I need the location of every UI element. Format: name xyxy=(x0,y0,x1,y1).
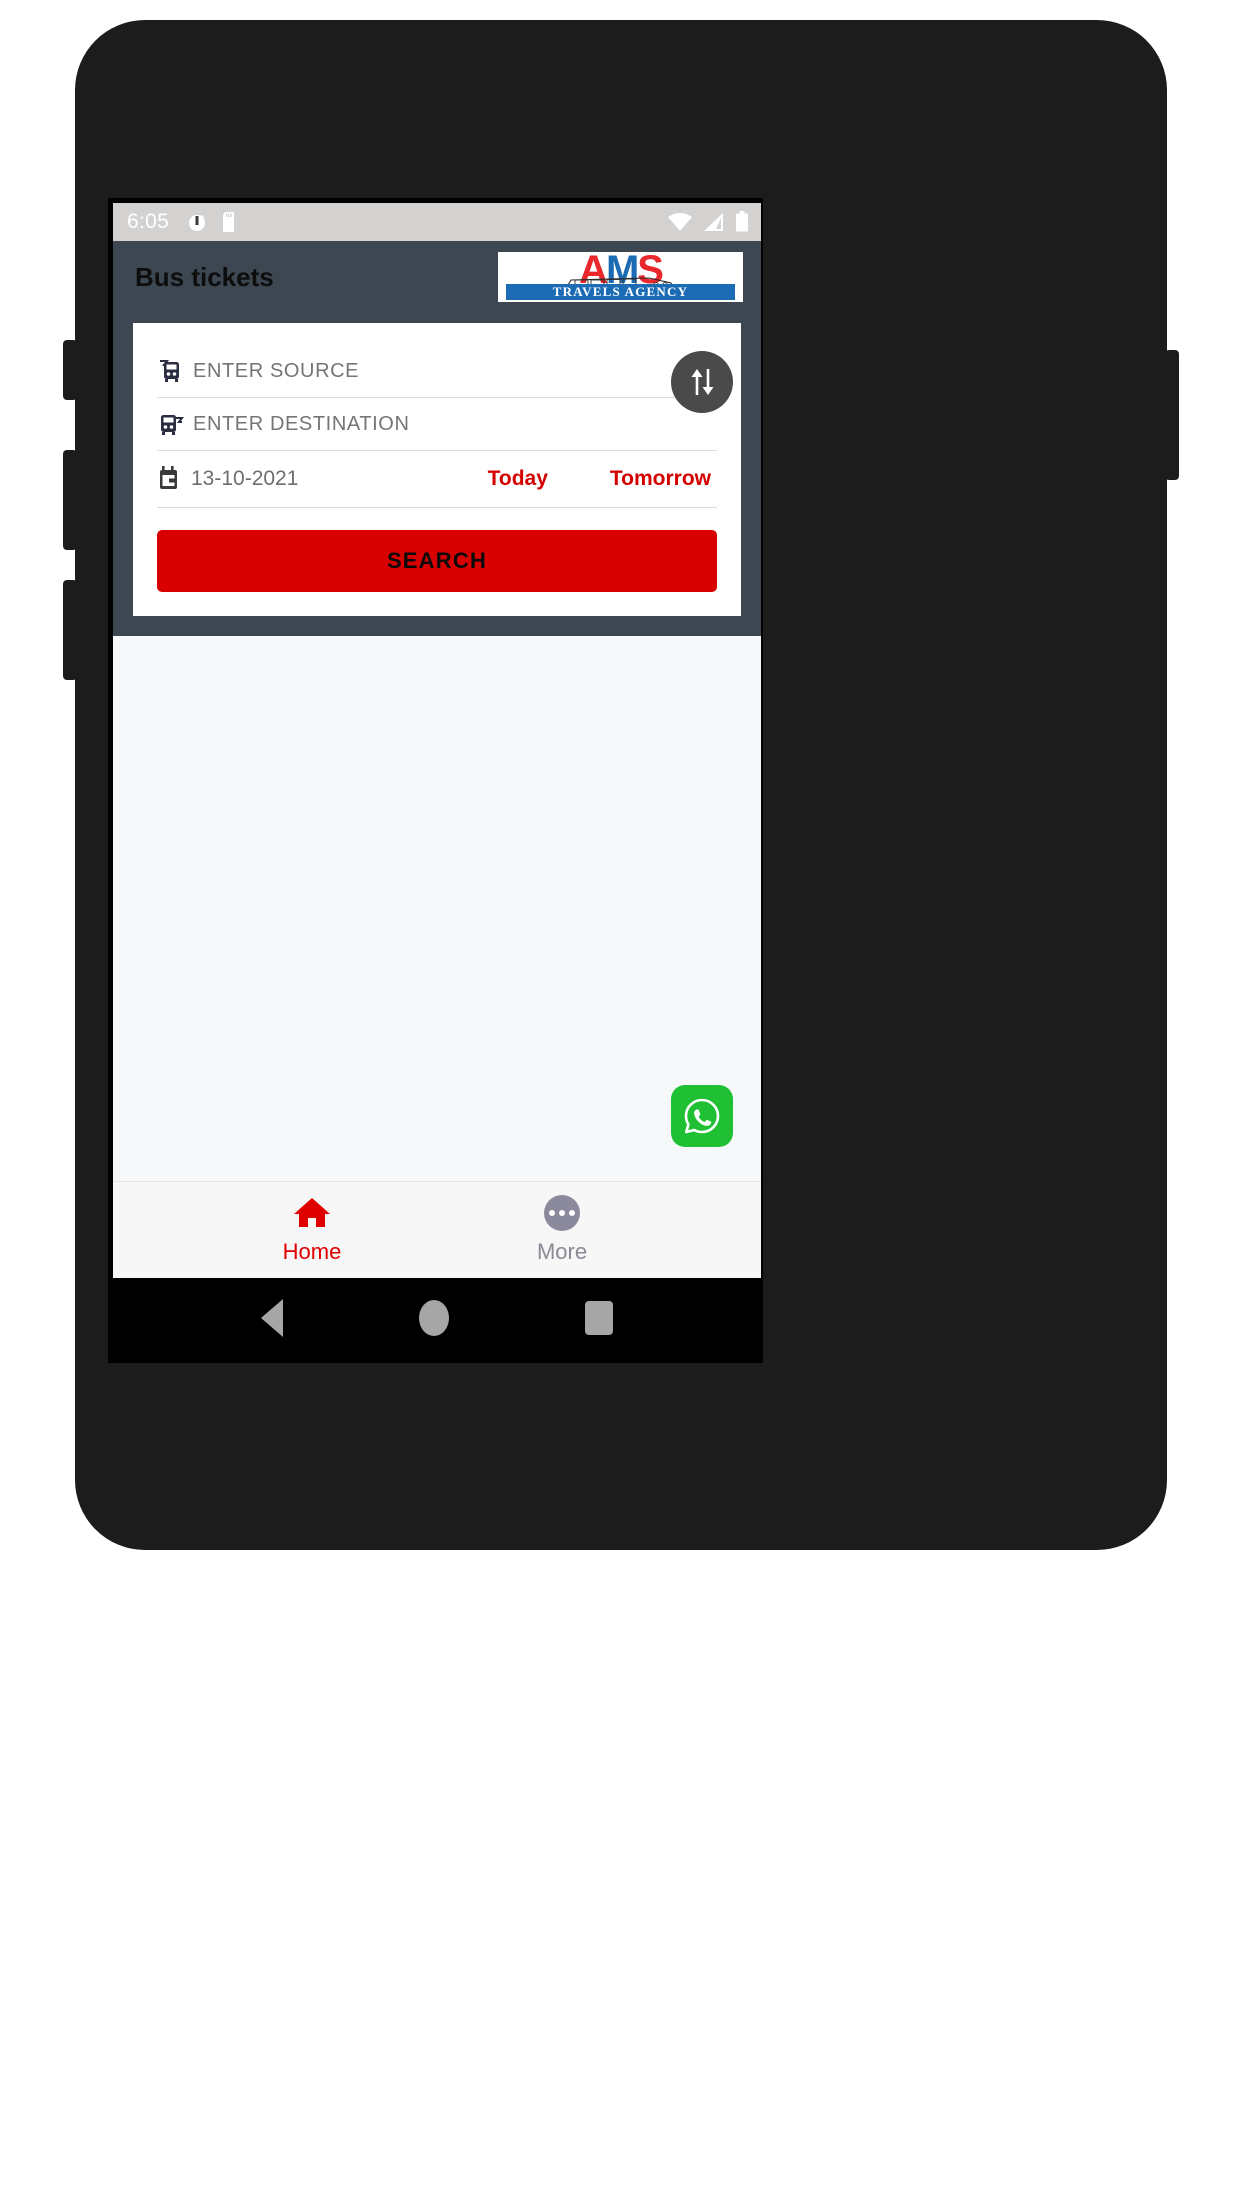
whatsapp-icon xyxy=(684,1098,720,1134)
quick-date-today[interactable]: Today xyxy=(488,467,548,491)
nav-item-more[interactable]: More xyxy=(507,1195,617,1265)
logo-tagline: TRAVELS AGENCY xyxy=(506,284,735,300)
phone-screen: 6:05 Bus tickets AMS TRAVELS AGENCY ENTE… xyxy=(108,198,763,1363)
search-button[interactable]: SEARCH xyxy=(157,530,717,592)
back-icon[interactable] xyxy=(261,1299,283,1337)
sd-card-icon xyxy=(223,212,235,232)
destination-field-row[interactable] xyxy=(157,398,717,451)
bus-arrive-icon xyxy=(157,357,191,385)
page-title: Bus tickets xyxy=(135,261,274,292)
status-bar-left-icons xyxy=(187,211,238,233)
bottom-navigation: Home More xyxy=(113,1181,761,1278)
phone-volume-up-button[interactable] xyxy=(63,450,77,550)
signal-icon xyxy=(704,213,723,231)
status-bar-clock: 6:05 xyxy=(127,210,170,233)
phone-power-button[interactable] xyxy=(1165,350,1179,480)
source-input[interactable] xyxy=(191,358,615,384)
nav-label-home: Home xyxy=(282,1239,342,1264)
status-bar-right-icons xyxy=(667,211,749,233)
recents-square-icon[interactable] xyxy=(585,1301,613,1335)
bus-depart-icon xyxy=(157,410,191,438)
more-dots-icon xyxy=(544,1195,580,1231)
alarm-icon xyxy=(189,215,206,231)
phone-volume-down-button[interactable] xyxy=(63,580,77,680)
battery-icon xyxy=(736,211,748,232)
search-area: 13-10-2021 Today Tomorrow SEARCH xyxy=(113,313,761,636)
calendar-icon[interactable] xyxy=(157,465,191,493)
home-icon xyxy=(294,1198,330,1227)
whatsapp-chat-button[interactable] xyxy=(671,1085,733,1147)
wifi-icon xyxy=(668,213,692,231)
search-card: 13-10-2021 Today Tomorrow SEARCH xyxy=(133,323,741,616)
android-system-nav xyxy=(113,1278,761,1358)
nav-item-home[interactable]: Home xyxy=(257,1195,367,1265)
swap-vertical-icon xyxy=(691,369,714,395)
swap-source-destination-button[interactable] xyxy=(671,351,733,413)
selected-date[interactable]: 13-10-2021 xyxy=(191,467,298,491)
nav-label-more: More xyxy=(536,1239,588,1264)
app-bar: Bus tickets AMS TRAVELS AGENCY xyxy=(113,241,761,313)
home-circle-icon[interactable] xyxy=(419,1300,449,1336)
phone-side-button[interactable] xyxy=(63,340,77,400)
destination-input[interactable] xyxy=(191,411,655,437)
brand-logo: AMS TRAVELS AGENCY xyxy=(498,252,743,302)
quick-date-tomorrow[interactable]: Tomorrow xyxy=(610,467,711,491)
date-row[interactable]: 13-10-2021 Today Tomorrow xyxy=(157,451,717,508)
source-field-row[interactable] xyxy=(157,345,717,398)
content-area xyxy=(113,636,761,1181)
status-bar: 6:05 xyxy=(113,203,761,241)
